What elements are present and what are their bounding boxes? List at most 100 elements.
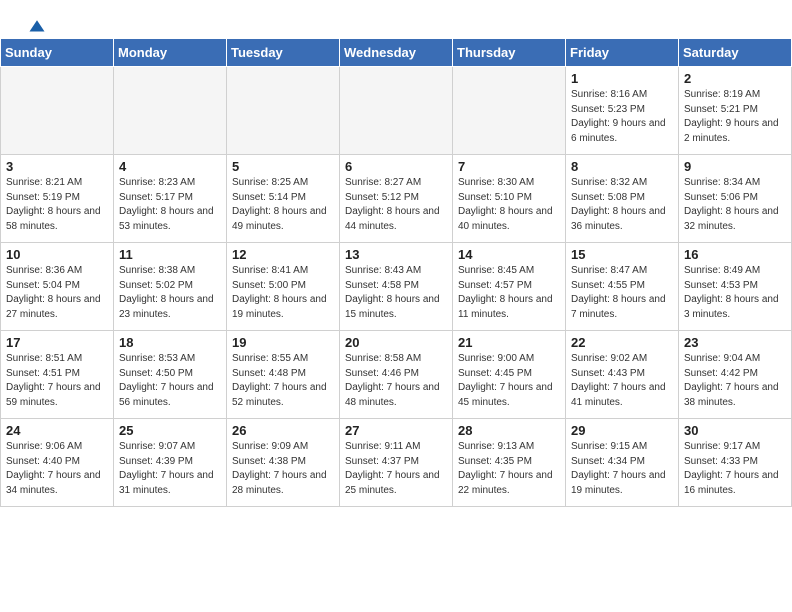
day-number: 20: [345, 335, 447, 350]
calendar-header-tuesday: Tuesday: [227, 39, 340, 67]
calendar-cell: 9 Sunrise: 8:34 AM Sunset: 5:06 PM Daylig…: [679, 155, 792, 243]
day-number: 21: [458, 335, 560, 350]
day-info: Sunrise: 8:19 AM Sunset: 5:21 PM Dayligh…: [684, 88, 786, 146]
calendar-header-thursday: Thursday: [453, 39, 566, 67]
page-header: [0, 0, 792, 38]
day-number: 27: [345, 423, 447, 438]
day-number: 19: [232, 335, 334, 350]
calendar-header-saturday: Saturday: [679, 39, 792, 67]
calendar-cell: 17 Sunrise: 8:51 AM Sunset: 4:51 PM Dayli…: [1, 331, 114, 419]
day-info: Sunrise: 8:58 AM Sunset: 4:46 PM Dayligh…: [345, 352, 447, 410]
calendar-cell: 27 Sunrise: 9:11 AM Sunset: 4:37 PM Dayli…: [340, 419, 453, 507]
day-info: Sunrise: 8:23 AM Sunset: 5:17 PM Dayligh…: [119, 176, 221, 234]
day-info: Sunrise: 9:15 AM Sunset: 4:34 PM Dayligh…: [571, 440, 673, 498]
day-number: 11: [119, 247, 221, 262]
day-number: 10: [6, 247, 108, 262]
day-info: Sunrise: 9:07 AM Sunset: 4:39 PM Dayligh…: [119, 440, 221, 498]
calendar-cell: 28Sunrise: 9:13 AM Sunset: 4:35 PM Dayli…: [453, 419, 566, 507]
day-info: Sunrise: 8:36 AM Sunset: 5:04 PM Dayligh…: [6, 264, 108, 322]
calendar-cell: 1 Sunrise: 8:16 AM Sunset: 5:23 PM Daylig…: [566, 67, 679, 155]
calendar-week-row: 17 Sunrise: 8:51 AM Sunset: 4:51 PM Dayli…: [1, 331, 792, 419]
calendar-cell: 12 Sunrise: 8:41 AM Sunset: 5:00 PM Dayli…: [227, 243, 340, 331]
calendar-cell: 8 Sunrise: 8:32 AM Sunset: 5:08 PM Daylig…: [566, 155, 679, 243]
day-number: 14: [458, 247, 560, 262]
day-number: 26: [232, 423, 334, 438]
calendar-header-row: SundayMondayTuesdayWednesdayThursdayFrid…: [1, 39, 792, 67]
day-info: Sunrise: 8:34 AM Sunset: 5:06 PM Dayligh…: [684, 176, 786, 234]
day-number: 4: [119, 159, 221, 174]
day-info: Sunrise: 8:43 AM Sunset: 4:58 PM Dayligh…: [345, 264, 447, 322]
calendar-week-row: 1 Sunrise: 8:16 AM Sunset: 5:23 PM Daylig…: [1, 67, 792, 155]
day-number: 22: [571, 335, 673, 350]
calendar-header-friday: Friday: [566, 39, 679, 67]
day-number: 15: [571, 247, 673, 262]
calendar-cell: 7 Sunrise: 8:30 AM Sunset: 5:10 PM Daylig…: [453, 155, 566, 243]
calendar-cell: 21Sunrise: 9:00 AM Sunset: 4:45 PM Dayli…: [453, 331, 566, 419]
calendar-cell: [227, 67, 340, 155]
day-number: 2: [684, 71, 786, 86]
day-number: 8: [571, 159, 673, 174]
day-info: Sunrise: 9:13 AM Sunset: 4:35 PM Dayligh…: [458, 440, 560, 498]
day-info: Sunrise: 8:45 AM Sunset: 4:57 PM Dayligh…: [458, 264, 560, 322]
calendar-cell: 29 Sunrise: 9:15 AM Sunset: 4:34 PM Dayli…: [566, 419, 679, 507]
calendar-cell: 10 Sunrise: 8:36 AM Sunset: 5:04 PM Dayli…: [1, 243, 114, 331]
calendar-cell: 18 Sunrise: 8:53 AM Sunset: 4:50 PM Dayli…: [114, 331, 227, 419]
day-info: Sunrise: 8:21 AM Sunset: 5:19 PM Dayligh…: [6, 176, 108, 234]
day-number: 17: [6, 335, 108, 350]
day-info: Sunrise: 8:38 AM Sunset: 5:02 PM Dayligh…: [119, 264, 221, 322]
day-info: Sunrise: 8:32 AM Sunset: 5:08 PM Dayligh…: [571, 176, 673, 234]
day-number: 12: [232, 247, 334, 262]
day-info: Sunrise: 9:02 AM Sunset: 4:43 PM Dayligh…: [571, 352, 673, 410]
calendar-table: SundayMondayTuesdayWednesdayThursdayFrid…: [0, 38, 792, 507]
day-info: Sunrise: 8:16 AM Sunset: 5:23 PM Dayligh…: [571, 88, 673, 146]
day-info: Sunrise: 9:11 AM Sunset: 4:37 PM Dayligh…: [345, 440, 447, 498]
calendar-cell: 14 Sunrise: 8:45 AM Sunset: 4:57 PM Dayli…: [453, 243, 566, 331]
day-info: Sunrise: 9:06 AM Sunset: 4:40 PM Dayligh…: [6, 440, 108, 498]
day-number: 18: [119, 335, 221, 350]
calendar-cell: 6Sunrise: 8:27 AM Sunset: 5:12 PM Daylig…: [340, 155, 453, 243]
day-info: Sunrise: 8:55 AM Sunset: 4:48 PM Dayligh…: [232, 352, 334, 410]
calendar-cell: 4 Sunrise: 8:23 AM Sunset: 5:17 PM Daylig…: [114, 155, 227, 243]
calendar-cell: 25Sunrise: 9:07 AM Sunset: 4:39 PM Dayli…: [114, 419, 227, 507]
day-info: Sunrise: 8:30 AM Sunset: 5:10 PM Dayligh…: [458, 176, 560, 234]
day-info: Sunrise: 9:04 AM Sunset: 4:42 PM Dayligh…: [684, 352, 786, 410]
calendar-cell: 30 Sunrise: 9:17 AM Sunset: 4:33 PM Dayli…: [679, 419, 792, 507]
day-number: 16: [684, 247, 786, 262]
calendar-cell: [340, 67, 453, 155]
calendar-cell: [1, 67, 114, 155]
calendar-cell: 13 Sunrise: 8:43 AM Sunset: 4:58 PM Dayli…: [340, 243, 453, 331]
day-info: Sunrise: 8:27 AM Sunset: 5:12 PM Dayligh…: [345, 176, 447, 234]
day-info: Sunrise: 8:25 AM Sunset: 5:14 PM Dayligh…: [232, 176, 334, 234]
calendar-header-sunday: Sunday: [1, 39, 114, 67]
day-info: Sunrise: 8:41 AM Sunset: 5:00 PM Dayligh…: [232, 264, 334, 322]
day-info: Sunrise: 9:09 AM Sunset: 4:38 PM Dayligh…: [232, 440, 334, 498]
calendar-cell: 24 Sunrise: 9:06 AM Sunset: 4:40 PM Dayli…: [1, 419, 114, 507]
day-number: 13: [345, 247, 447, 262]
day-number: 5: [232, 159, 334, 174]
day-number: 24: [6, 423, 108, 438]
calendar-cell: 2 Sunrise: 8:19 AM Sunset: 5:21 PM Daylig…: [679, 67, 792, 155]
day-info: Sunrise: 8:53 AM Sunset: 4:50 PM Dayligh…: [119, 352, 221, 410]
day-number: 9: [684, 159, 786, 174]
calendar-cell: 20 Sunrise: 8:58 AM Sunset: 4:46 PM Dayli…: [340, 331, 453, 419]
calendar-cell: 15Sunrise: 8:47 AM Sunset: 4:55 PM Dayli…: [566, 243, 679, 331]
day-number: 23: [684, 335, 786, 350]
calendar-week-row: 24 Sunrise: 9:06 AM Sunset: 4:40 PM Dayli…: [1, 419, 792, 507]
day-number: 30: [684, 423, 786, 438]
calendar-header-wednesday: Wednesday: [340, 39, 453, 67]
calendar-cell: [114, 67, 227, 155]
calendar-cell: 22 Sunrise: 9:02 AM Sunset: 4:43 PM Dayli…: [566, 331, 679, 419]
day-info: Sunrise: 8:51 AM Sunset: 4:51 PM Dayligh…: [6, 352, 108, 410]
day-info: Sunrise: 9:17 AM Sunset: 4:33 PM Dayligh…: [684, 440, 786, 498]
day-number: 1: [571, 71, 673, 86]
calendar-cell: 26 Sunrise: 9:09 AM Sunset: 4:38 PM Dayli…: [227, 419, 340, 507]
logo: [24, 18, 46, 30]
calendar-cell: 23 Sunrise: 9:04 AM Sunset: 4:42 PM Dayli…: [679, 331, 792, 419]
day-number: 7: [458, 159, 560, 174]
calendar-cell: 19 Sunrise: 8:55 AM Sunset: 4:48 PM Dayli…: [227, 331, 340, 419]
calendar-cell: [453, 67, 566, 155]
calendar-cell: 16Sunrise: 8:49 AM Sunset: 4:53 PM Dayli…: [679, 243, 792, 331]
day-number: 29: [571, 423, 673, 438]
day-number: 3: [6, 159, 108, 174]
calendar-cell: 3 Sunrise: 8:21 AM Sunset: 5:19 PM Daylig…: [1, 155, 114, 243]
